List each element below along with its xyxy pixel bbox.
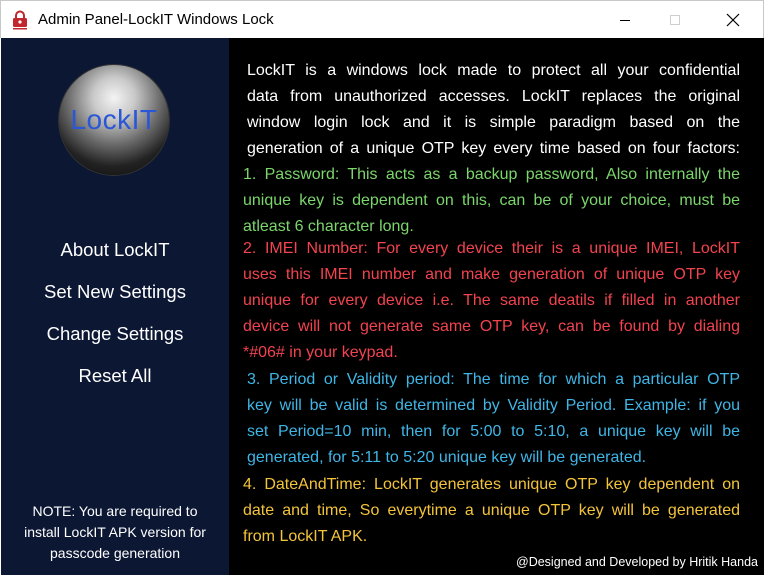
title-bar: Admin Panel-LockIT Windows Lock: [0, 0, 764, 38]
datetime-line: 4. DateAndTime: LockIT generates unique …: [243, 476, 740, 493]
imei-line: uses this IMEI number and make generatio…: [243, 266, 740, 283]
intro-line: LockIT is a windows lock made to protect…: [247, 62, 740, 79]
note-line: install LockIT APK version for: [24, 524, 206, 540]
intro-paragraph: LockIT is a windows lock made to protect…: [247, 58, 740, 162]
imei-line: unique for every device i.e. The same de…: [243, 292, 740, 309]
minimize-icon: [620, 19, 630, 21]
imei-line: device will not generate same OTP key, c…: [243, 318, 740, 335]
window-title: Admin Panel-LockIT Windows Lock: [38, 11, 274, 28]
intro-line: generation of a unique OTP key every tim…: [247, 140, 740, 157]
nav-change-settings[interactable]: Change Settings: [1, 323, 229, 345]
password-line: unique key is dependent on this, can be …: [243, 192, 740, 209]
nav-about-lockit[interactable]: About LockIT: [1, 239, 229, 261]
datetime-paragraph: 4. DateAndTime: LockIT generates unique …: [243, 472, 740, 550]
maximize-icon: [670, 14, 680, 25]
lockit-logo: LockIT: [59, 65, 169, 175]
maximize-button[interactable]: [652, 1, 698, 38]
developer-credit: @Designed and Developed by Hritik Handa: [516, 555, 758, 569]
imei-paragraph: 2. IMEI Number: For every device their i…: [243, 236, 740, 366]
period-line: key will be valid is determined by Valid…: [247, 397, 740, 414]
sidebar: LockIT About LockIT Set New Settings Cha…: [1, 38, 229, 575]
description-panel: LockIT is a windows lock made to protect…: [229, 38, 764, 575]
datetime-line: date and time, So everytime a unique OTP…: [243, 502, 740, 519]
imei-line: *#06# in your keypad.: [243, 344, 398, 361]
logo-text: LockIT: [70, 104, 158, 135]
minimize-button[interactable]: [602, 1, 648, 38]
period-line: 3. Period or Validity period: The time f…: [247, 371, 740, 388]
close-icon: [726, 13, 740, 26]
password-line: 1. Password: This acts as a backup passw…: [243, 166, 740, 183]
note-line: NOTE: You are required to: [32, 503, 198, 519]
nav-set-new-settings[interactable]: Set New Settings: [1, 281, 229, 303]
lock-app-icon: [11, 10, 29, 30]
nav-reset-all[interactable]: Reset All: [1, 365, 229, 387]
password-paragraph: 1. Password: This acts as a backup passw…: [243, 162, 740, 240]
datetime-line: from LockIT APK.: [243, 528, 368, 545]
imei-line: 2. IMEI Number: For every device their i…: [243, 240, 740, 257]
period-line: set Period=10 min, then for 5:00 to 5:10…: [247, 423, 740, 440]
period-line: generated, for 5:11 to 5:20 unique key w…: [247, 449, 647, 466]
intro-line: window login lock and it is simple parad…: [247, 114, 740, 131]
note-line: passcode generation: [50, 545, 180, 561]
note-text: NOTE: You are required to install LockIT…: [13, 501, 217, 564]
intro-line: data from unauthorized accesses. LockIT …: [247, 88, 740, 105]
period-paragraph: 3. Period or Validity period: The time f…: [247, 367, 740, 471]
close-button[interactable]: [710, 1, 756, 38]
